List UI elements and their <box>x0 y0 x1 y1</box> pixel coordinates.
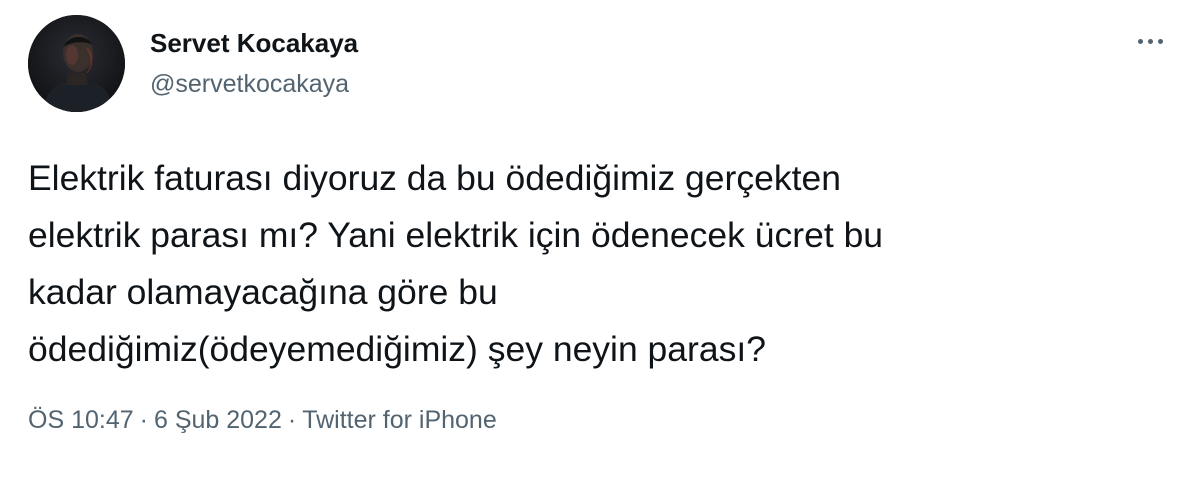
profile-photo-icon <box>28 15 125 112</box>
tweet-text-line: elektrik parası mı? Yani elektrik için ö… <box>28 215 884 255</box>
meta-separator: · <box>287 406 297 434</box>
author-name[interactable]: Servet Kocakaya <box>150 28 358 59</box>
tweet-text: Elektrik faturası diyoruz da bu ödediğim… <box>28 150 1168 378</box>
meta-separator: · <box>139 406 148 434</box>
tweet-time[interactable]: ÖS 10:47 <box>28 406 134 434</box>
tweet-text-line: ödediğimiz(ödeyemediğimiz) şey neyin par… <box>28 329 766 369</box>
tweet-date[interactable]: 6 Şub 2022 <box>154 406 282 434</box>
tweet-card: Servet Kocakaya @servetkocakaya Elektrik… <box>0 0 1200 477</box>
tweet-text-line: Elektrik faturası diyoruz da bu ödediğim… <box>28 158 841 198</box>
tweet-text-line: kadar olamayacağına göre bu <box>28 272 498 312</box>
more-horizontal-icon <box>1135 38 1165 44</box>
author-handle[interactable]: @servetkocakaya <box>150 70 349 99</box>
avatar[interactable] <box>28 15 125 112</box>
tweet-source-link[interactable]: Twitter for iPhone <box>302 406 497 434</box>
more-options-button[interactable] <box>1128 26 1172 56</box>
tweet-metadata: ÖS 10:47 · 6 Şub 2022 · Twitter for iPhone <box>28 406 497 435</box>
